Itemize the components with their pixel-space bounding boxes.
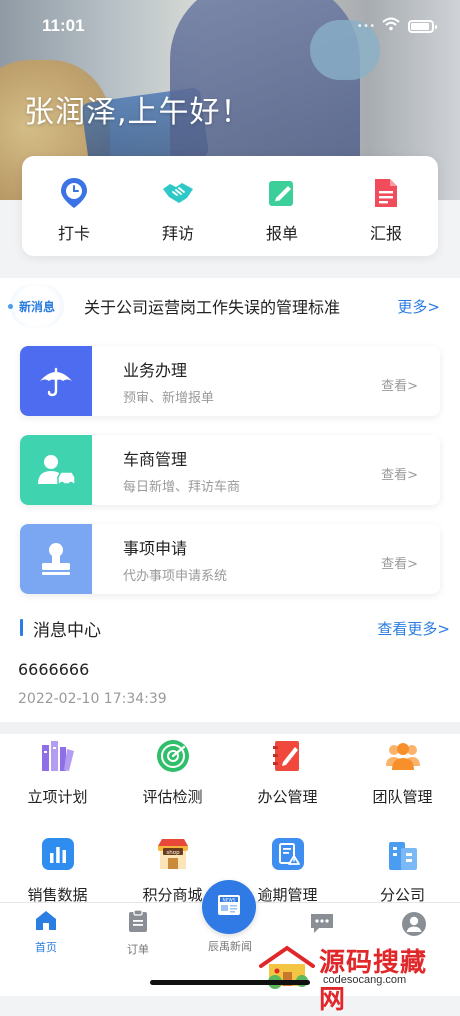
tab-orders[interactable]: 订单 xyxy=(92,909,184,957)
greeting-text: 张润泽,上午好！ xyxy=(24,95,252,130)
tab-news-button[interactable]: NEWS xyxy=(202,880,256,934)
tab-messages[interactable] xyxy=(276,911,368,939)
message-item-title[interactable]: 6666666 xyxy=(18,660,89,679)
function-assessment[interactable]: 评估检测 xyxy=(115,738,230,807)
business-title: 业务办理 xyxy=(123,361,188,380)
function-team[interactable]: 团队管理 xyxy=(345,738,460,807)
tab-home[interactable]: 首页 xyxy=(0,909,92,955)
quick-actions-card: 打卡 拜访 报单 汇报 xyxy=(22,156,438,256)
business-card-handling[interactable]: 业务办理 预审、新增报单 查看> xyxy=(20,346,440,416)
function-label: 团队管理 xyxy=(372,788,433,806)
radar-icon xyxy=(155,738,191,774)
building-icon xyxy=(385,836,421,872)
team-icon xyxy=(385,738,421,774)
quick-action-label: 报单 xyxy=(265,224,298,243)
business-card-dealer[interactable]: 车商管理 每日新增、拜访车商 查看> xyxy=(20,435,440,505)
signal-dots-icon: • • • xyxy=(357,20,374,32)
message-center-title: 消息中心 xyxy=(33,621,101,641)
function-branch-office[interactable]: 分公司 xyxy=(345,836,460,905)
tab-label: 首页 xyxy=(35,941,57,954)
home-indicator xyxy=(150,980,310,985)
section-divider xyxy=(0,722,460,734)
stamp-icon xyxy=(20,524,92,594)
report-doc-icon xyxy=(369,176,403,210)
quick-action-label: 打卡 xyxy=(57,224,90,243)
clock-pin-icon xyxy=(57,176,91,210)
function-grid: 立项计划 评估检测 办公管理 团队管理 销售数据 shop 积分商城 逾期管理 … xyxy=(0,734,460,905)
watermark-url: codesocang.com xyxy=(323,974,407,986)
new-message-badge: 新消息 xyxy=(8,284,64,328)
home-icon xyxy=(35,909,57,935)
tab-news-label: 辰禹新闻 xyxy=(208,940,252,953)
function-sales-data[interactable]: 销售数据 xyxy=(0,836,115,905)
person-car-icon xyxy=(20,435,92,505)
function-label: 评估检测 xyxy=(142,788,203,806)
clipboard-icon xyxy=(127,909,149,937)
function-project-plan[interactable]: 立项计划 xyxy=(0,738,115,807)
quick-action-clock-in[interactable]: 打卡 xyxy=(22,156,126,256)
quick-action-submit-order[interactable]: 报单 xyxy=(230,156,334,256)
message-item-time: 2022-02-10 17:34:39 xyxy=(18,691,167,707)
function-label: 立项计划 xyxy=(27,788,88,806)
news-more-link[interactable]: 更多> xyxy=(397,296,440,317)
notebook-icon xyxy=(270,738,306,774)
business-subtitle: 每日新增、拜访车商 xyxy=(123,480,241,495)
shop-sign-text: shop xyxy=(166,850,180,856)
quick-action-label: 汇报 xyxy=(369,224,402,243)
quick-action-report[interactable]: 汇报 xyxy=(334,156,438,256)
news-ticker[interactable]: 新消息 关于公司运营岗工作失误的管理标准 更多> xyxy=(0,278,460,334)
profile-icon xyxy=(401,911,427,941)
business-card-application[interactable]: 事项申请 代办事项申请系统 查看> xyxy=(20,524,440,594)
section-accent-bar xyxy=(20,619,23,636)
status-time: 11:01 xyxy=(42,16,85,35)
quick-action-visit[interactable]: 拜访 xyxy=(126,156,230,256)
business-view-link[interactable]: 查看> xyxy=(381,375,418,394)
quick-action-label: 拜访 xyxy=(161,224,194,243)
handshake-icon xyxy=(161,176,195,210)
overdue-doc-icon xyxy=(270,836,306,872)
status-bar: 11:01 • • • xyxy=(42,14,437,38)
edit-doc-icon xyxy=(265,176,299,210)
battery-icon xyxy=(408,19,437,33)
business-view-link[interactable]: 查看> xyxy=(381,553,418,572)
message-icon xyxy=(309,911,335,939)
wifi-icon xyxy=(382,16,400,36)
news-headline[interactable]: 关于公司运营岗工作失误的管理标准 xyxy=(84,294,397,318)
function-label: 办公管理 xyxy=(257,788,318,806)
news-icon: NEWS xyxy=(215,891,243,923)
message-center-more-link[interactable]: 查看更多> xyxy=(377,618,450,639)
function-office[interactable]: 办公管理 xyxy=(230,738,345,807)
tab-label: 订单 xyxy=(127,943,149,956)
business-title: 事项申请 xyxy=(123,539,188,558)
bar-chart-icon xyxy=(40,836,76,872)
umbrella-icon xyxy=(20,346,92,416)
business-view-link[interactable]: 查看> xyxy=(381,464,418,483)
plan-icon xyxy=(40,738,76,774)
business-title: 车商管理 xyxy=(123,450,188,469)
business-subtitle: 代办事项申请系统 xyxy=(123,569,228,584)
message-center-header: 消息中心 查看更多> xyxy=(20,614,450,642)
new-message-badge-label: 新消息 xyxy=(18,299,55,314)
shop-icon: shop xyxy=(155,836,191,872)
tab-profile[interactable] xyxy=(368,911,460,941)
news-icon-text: NEWS xyxy=(223,897,236,903)
business-subtitle: 预审、新增报单 xyxy=(123,391,215,406)
watermark: 源码搜藏网 codesocang.com xyxy=(257,940,452,1015)
